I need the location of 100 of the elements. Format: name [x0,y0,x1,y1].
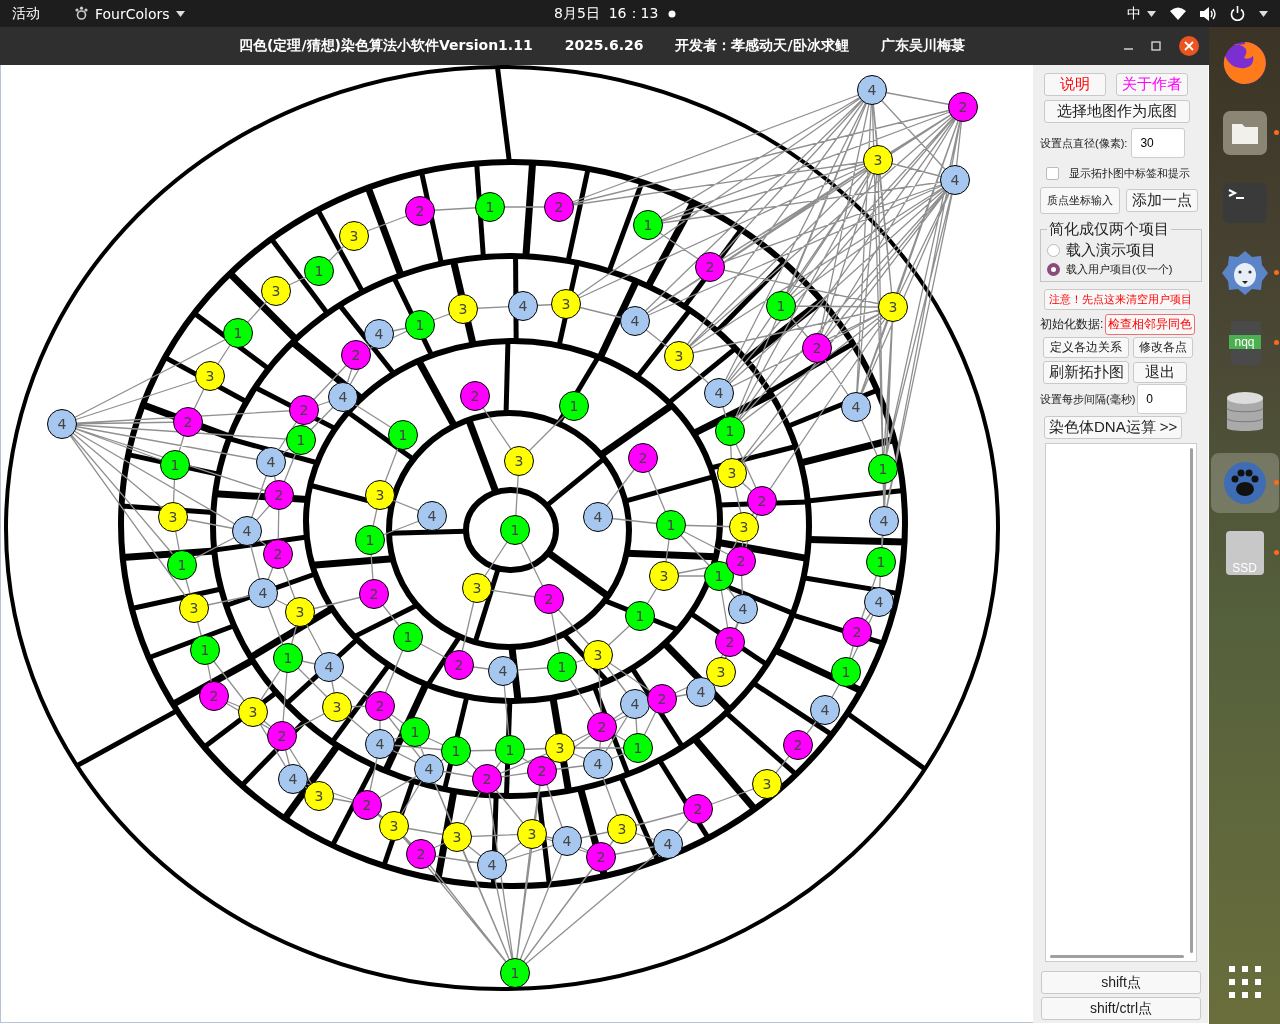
graph-node[interactable]: 3 [752,769,782,799]
graph-node[interactable]: 4 [314,652,344,682]
graph-node[interactable]: 4 [940,165,970,195]
input-method-menu[interactable]: 中 [1127,4,1156,23]
check-colors-button[interactable]: 检查相邻异同色 [1105,314,1196,335]
clock[interactable]: 8月5日 16：13 [554,5,659,23]
graph-node[interactable]: 3 [863,145,893,175]
graph-node[interactable]: 4 [417,501,447,531]
dna-button[interactable]: 染色体DNA运算 >> [1044,416,1182,439]
choose-map-button[interactable]: 选择地图作为底图 [1044,100,1190,123]
scrollbar[interactable] [1190,448,1193,953]
graph-node[interactable]: 3 [583,640,613,670]
graph-node[interactable]: 1 [273,643,303,673]
graph-node[interactable]: 4 [47,409,77,439]
coordinate-input-button[interactable]: 质点坐标输入 [1040,187,1120,214]
scrollbar[interactable] [1050,955,1184,958]
graph-node[interactable]: 3 [504,446,534,476]
graph-node[interactable]: 1 [500,958,530,988]
graph-node[interactable]: 1 [441,736,471,766]
graph-node[interactable]: 3 [158,502,188,532]
graph-node[interactable]: 1 [633,210,663,240]
graph-node[interactable]: 3 [649,561,679,591]
graph-node[interactable]: 3 [339,221,369,251]
diameter-field[interactable]: 30 [1131,128,1186,158]
graph-node[interactable]: 4 [810,695,840,725]
wifi-icon[interactable] [1170,7,1186,20]
graph-node[interactable]: 4 [728,594,758,624]
graph-node[interactable]: 4 [477,850,507,880]
graph-node[interactable]: 3 [442,822,472,852]
graph-node[interactable]: 4 [583,749,613,779]
graph-node[interactable]: 1 [190,635,220,665]
graph-node[interactable]: 1 [500,515,530,545]
graph-node[interactable]: 1 [475,192,505,222]
graph-node[interactable]: 1 [625,601,655,631]
graph-node[interactable]: 4 [508,291,538,321]
graph-node[interactable]: 1 [223,318,253,348]
graph-node[interactable]: 4 [686,677,716,707]
graph-node[interactable]: 4 [232,516,262,546]
graph-node[interactable]: 1 [167,550,197,580]
graph-node[interactable]: 1 [160,450,190,480]
graph-node[interactable]: 3 [304,781,334,811]
graph-node[interactable]: 4 [620,306,650,336]
shift-click-button[interactable]: shift点 [1041,971,1201,994]
radio-button[interactable] [1047,263,1060,276]
graph-node[interactable]: 3 [551,289,581,319]
graph-node[interactable]: 1 [286,425,316,455]
graph-node[interactable]: 4 [653,829,683,859]
graph-node[interactable]: 3 [607,814,637,844]
volume-icon[interactable] [1200,6,1216,21]
graph-node[interactable]: 4 [256,447,286,477]
graph-node[interactable]: 3 [195,361,225,391]
radio-option[interactable]: 载入用户项目(仅一个) [1047,262,1195,277]
graph-node[interactable]: 4 [488,656,518,686]
interval-field[interactable]: 0 [1137,384,1188,414]
graph-node[interactable]: 4 [365,729,395,759]
graph-node[interactable]: 3 [664,341,694,371]
graph-node[interactable]: 1 [866,547,896,577]
graph-node[interactable]: 1 [766,291,796,321]
graph-node[interactable]: 4 [328,382,358,412]
close-icon[interactable] [1179,36,1199,56]
graph-node[interactable]: 3 [261,276,291,306]
dock-item[interactable] [1210,453,1279,513]
activities-button[interactable]: 活动 [12,4,40,23]
graph-node[interactable]: 1 [400,717,430,747]
app-menu[interactable]: FourColors [74,5,185,22]
graph-node[interactable]: 1 [623,733,653,763]
graph-node[interactable]: 3 [729,512,759,542]
graph-node[interactable]: 4 [583,502,613,532]
graph-node[interactable]: 3 [179,593,209,623]
graph-node[interactable]: 3 [448,294,478,324]
graph-node[interactable]: 3 [517,819,547,849]
graph-node[interactable]: 3 [322,692,352,722]
graph-node[interactable]: 1 [405,310,435,340]
graph-node[interactable]: 1 [547,652,577,682]
radio-option[interactable]: 载入演示项目 [1047,241,1195,260]
menu-button[interactable]: 说明 [1044,73,1106,96]
graph-node[interactable]: 4 [248,578,278,608]
graph-node[interactable]: 3 [717,458,747,488]
graph-node[interactable]: 3 [379,811,409,841]
graph-node[interactable]: 1 [304,256,334,286]
checkbox[interactable] [1046,167,1059,180]
exit-button[interactable]: 退出 [1133,362,1187,383]
graph-node[interactable]: 1 [495,735,525,765]
graph-node[interactable]: 1 [704,561,734,591]
graph-node[interactable]: 3 [462,573,492,603]
graph-node[interactable]: 1 [393,622,423,652]
graph-node[interactable]: 3 [545,733,575,763]
graph-node[interactable]: 1 [715,416,745,446]
shift-click-button[interactable]: shift/ctrl点 [1041,997,1201,1020]
edit-points-button[interactable]: 修改各点 [1133,337,1193,358]
graph-node[interactable]: 1 [388,420,418,450]
clear-project-button[interactable]: 注意！先点这来清空用户项目 [1044,289,1190,310]
graph-node[interactable]: 4 [841,392,871,422]
graph-node[interactable]: 4 [857,75,887,105]
graph-node[interactable]: 1 [831,657,861,687]
radio-button[interactable] [1047,244,1060,257]
graph-node[interactable]: 4 [414,754,444,784]
graph-node[interactable]: 1 [355,525,385,555]
graph-node[interactable]: 4 [364,319,394,349]
graph-node[interactable]: 4 [620,689,650,719]
